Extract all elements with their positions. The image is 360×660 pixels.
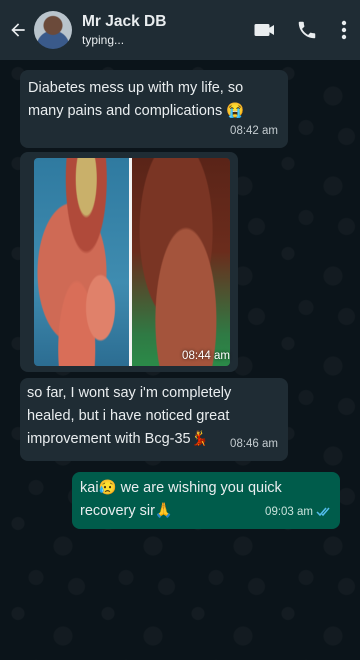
- vertical-dots-icon: [341, 20, 347, 40]
- message-time: 08:44 am: [182, 350, 230, 362]
- contact-info[interactable]: Mr Jack DB typing...: [82, 12, 244, 48]
- message-time: 08:42 am: [230, 125, 278, 137]
- message-text: so far, I wont say i'm completely healed…: [27, 385, 232, 447]
- message-image[interactable]: 08:44 am: [20, 152, 238, 372]
- message-time-status: 09:03 am: [265, 501, 332, 524]
- video-camera-icon: [254, 24, 274, 36]
- arrow-left-icon: [11, 23, 25, 37]
- menu-button[interactable]: [328, 0, 360, 60]
- message-outgoing[interactable]: kai😥 we are wishing you quick recovery s…: [72, 472, 340, 529]
- phone-icon: [298, 21, 316, 39]
- message-time: 09:03 am: [265, 506, 313, 518]
- contact-name: Mr Jack DB: [82, 13, 167, 30]
- photo-panel-right: [132, 158, 230, 366]
- video-call-button[interactable]: [244, 0, 286, 60]
- message-incoming[interactable]: Diabetes mess up with my life, so many p…: [20, 70, 288, 148]
- contact-status: typing...: [82, 33, 125, 47]
- image-attachment[interactable]: [34, 158, 230, 366]
- message-time: 08:46 am: [230, 438, 278, 450]
- double-check-icon: [316, 507, 330, 517]
- chat-header: Mr Jack DB typing...: [0, 0, 360, 60]
- message-incoming[interactable]: so far, I wont say i'm completely healed…: [20, 378, 288, 461]
- photo-panel-left: [34, 158, 129, 366]
- back-button[interactable]: [2, 0, 34, 60]
- message-text: Diabetes mess up with my life, so many p…: [28, 80, 245, 119]
- avatar[interactable]: [34, 11, 72, 49]
- voice-call-button[interactable]: [286, 0, 328, 60]
